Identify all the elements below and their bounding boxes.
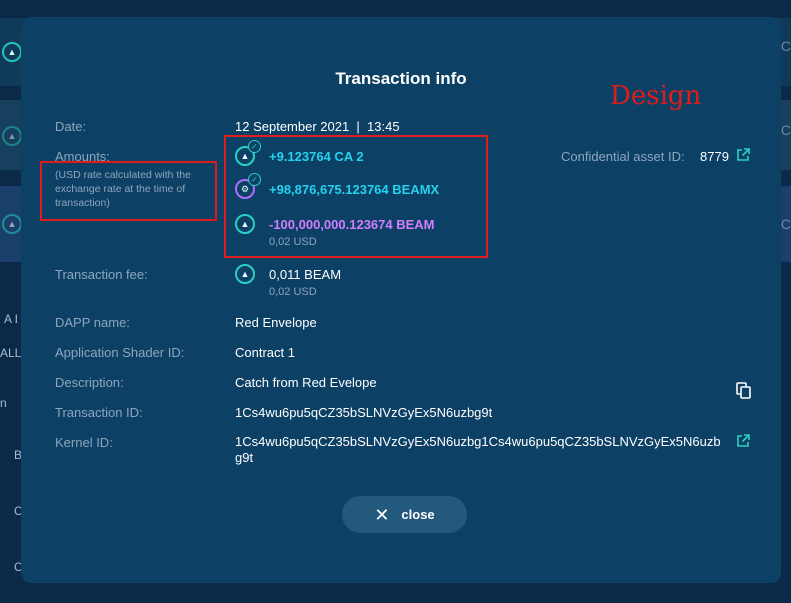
- copy-icon: [736, 382, 751, 399]
- external-link-icon[interactable]: [736, 434, 750, 450]
- confidential-asset-value: 8779: [700, 149, 729, 164]
- dapp-name-value: Red Envelope: [235, 315, 317, 330]
- background-asset-icon: ▲: [2, 126, 22, 146]
- shader-id-label: Application Shader ID:: [55, 345, 185, 360]
- copy-icon[interactable]: [736, 382, 752, 400]
- transaction-id-label: Transaction ID:: [55, 405, 143, 420]
- fee-row: ▲ 0,011 BEAM: [235, 264, 341, 284]
- background-beam-icon: ▲: [2, 42, 22, 62]
- description-value: Catch from Red Evelope: [235, 375, 377, 390]
- fee-value: 0,011 BEAM: [269, 266, 342, 282]
- external-link-icon: [737, 434, 750, 447]
- background-asset-icon: ▲: [2, 214, 22, 234]
- external-link-icon: [737, 148, 750, 161]
- date-label: Date:: [55, 119, 87, 134]
- annotation-box-note: [40, 161, 217, 221]
- transaction-id-value: 1Cs4wu6pu5qCZ35bSLNVzGyEx5N6uzbg9t: [235, 405, 493, 420]
- background-tab-all: ALL: [0, 346, 22, 360]
- fee-usd-value: 0,02 USD: [269, 286, 317, 298]
- background-column-header: n: [0, 396, 7, 410]
- close-button-label: close: [401, 507, 435, 522]
- background-section-label: A I: [4, 312, 19, 326]
- kernel-id-value: 1Cs4wu6pu5qCZ35bSLNVzGyEx5N6uzbg1Cs4wu6p…: [235, 434, 721, 465]
- close-icon: ✕: [374, 504, 390, 525]
- shader-id-value: Contract 1: [235, 345, 295, 360]
- beam-icon: ▲: [235, 264, 255, 284]
- transaction-info-modal: Transaction info Design Date: 12 Septemb…: [21, 17, 781, 583]
- external-link-icon[interactable]: [736, 148, 750, 164]
- annotation-box-amounts: [224, 135, 488, 258]
- description-label: Description:: [55, 375, 124, 390]
- fee-label: Transaction fee:: [55, 267, 148, 282]
- confidential-asset-label: Confidential asset ID:: [561, 149, 685, 164]
- date-value: 12 September 2021 | 13:45: [235, 119, 400, 134]
- dapp-name-label: DAPP name:: [55, 315, 130, 330]
- close-button[interactable]: ✕ close: [342, 496, 467, 533]
- design-annotation: Design: [610, 81, 702, 111]
- kernel-id-label: Kernel ID:: [55, 435, 113, 450]
